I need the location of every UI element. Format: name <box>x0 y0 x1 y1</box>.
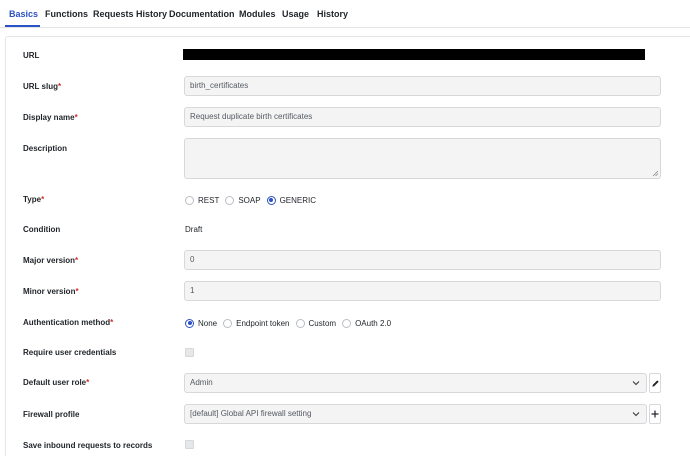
firewall-profile-label: Firewall profile <box>23 410 80 419</box>
description-textarea[interactable] <box>184 138 661 179</box>
active-tab-indicator <box>5 25 40 27</box>
url-slug-label: URL slug* <box>23 82 62 91</box>
default-user-role-select[interactable]: Admin <box>184 373 647 393</box>
save-inbound-checkbox[interactable] <box>185 440 194 449</box>
major-version-input[interactable]: 0 <box>184 250 661 270</box>
auth-custom-radio[interactable] <box>295 318 305 328</box>
url-value-redacted <box>183 49 645 60</box>
type-soap-label[interactable]: SOAP <box>238 196 260 205</box>
save-inbound-label: Save inbound requests to records <box>23 441 153 450</box>
type-generic-radio[interactable] <box>266 195 276 205</box>
url-slug-input[interactable]: birth_certificates <box>184 76 661 96</box>
auth-oauth2-label[interactable]: OAuth 2.0 <box>355 319 391 328</box>
auth-endpoint-token-label[interactable]: Endpoint token <box>236 319 289 328</box>
tab-modules[interactable]: Modules <box>239 9 276 19</box>
firewall-profile-select[interactable]: [default] Global API firewall setting <box>184 404 647 424</box>
auth-method-label: Authentication method* <box>23 318 114 327</box>
resize-grip-icon[interactable] <box>652 170 658 176</box>
firewall-profile-value: [default] Global API firewall setting <box>190 409 312 418</box>
tab-bar: Basics Functions Requests History Docume… <box>0 0 690 28</box>
type-generic-label[interactable]: GENERIC <box>280 196 316 205</box>
type-radio-group: REST SOAP GENERIC <box>185 194 322 206</box>
display-name-label: Display name* <box>23 113 78 122</box>
auth-method-radio-group: None Endpoint token Custom OAuth 2.0 <box>185 317 397 329</box>
tab-history[interactable]: History <box>317 9 348 19</box>
edit-user-role-button[interactable] <box>649 373 661 393</box>
auth-none-label[interactable]: None <box>198 319 217 328</box>
auth-custom-label[interactable]: Custom <box>309 319 337 328</box>
tab-functions[interactable]: Functions <box>45 9 88 19</box>
require-credentials-label: Require user credentials <box>23 348 117 357</box>
auth-oauth2-radio[interactable] <box>342 318 352 328</box>
plus-icon <box>651 410 659 418</box>
major-version-label: Major version* <box>23 256 79 265</box>
default-user-role-label: Default user role* <box>23 378 90 387</box>
type-label: Type* <box>23 195 45 204</box>
description-label: Description <box>23 144 68 153</box>
type-rest-radio[interactable] <box>185 195 194 205</box>
add-firewall-profile-button[interactable] <box>649 404 661 424</box>
type-rest-label[interactable]: REST <box>198 196 219 205</box>
url-label: URL <box>23 51 40 60</box>
type-soap-radio[interactable] <box>225 195 235 205</box>
tab-requests-history[interactable]: Requests History <box>93 9 167 19</box>
basics-form-panel <box>5 36 690 456</box>
pencil-icon <box>651 379 659 387</box>
tab-usage[interactable]: Usage <box>282 9 309 19</box>
minor-version-label: Minor version* <box>23 287 79 296</box>
require-credentials-checkbox[interactable] <box>185 348 194 357</box>
minor-version-input[interactable]: 1 <box>184 281 661 301</box>
auth-endpoint-token-radio[interactable] <box>223 318 233 328</box>
condition-label: Condition <box>23 225 61 234</box>
chevron-down-icon <box>632 381 640 386</box>
display-name-input[interactable]: Request duplicate birth certificates <box>184 107 661 127</box>
tab-basics[interactable]: Basics <box>9 9 38 19</box>
default-user-role-value: Admin <box>190 378 213 387</box>
condition-value: Draft <box>185 225 203 234</box>
tab-documentation[interactable]: Documentation <box>169 9 235 19</box>
auth-none-radio[interactable] <box>185 318 194 328</box>
chevron-down-icon <box>632 412 640 417</box>
